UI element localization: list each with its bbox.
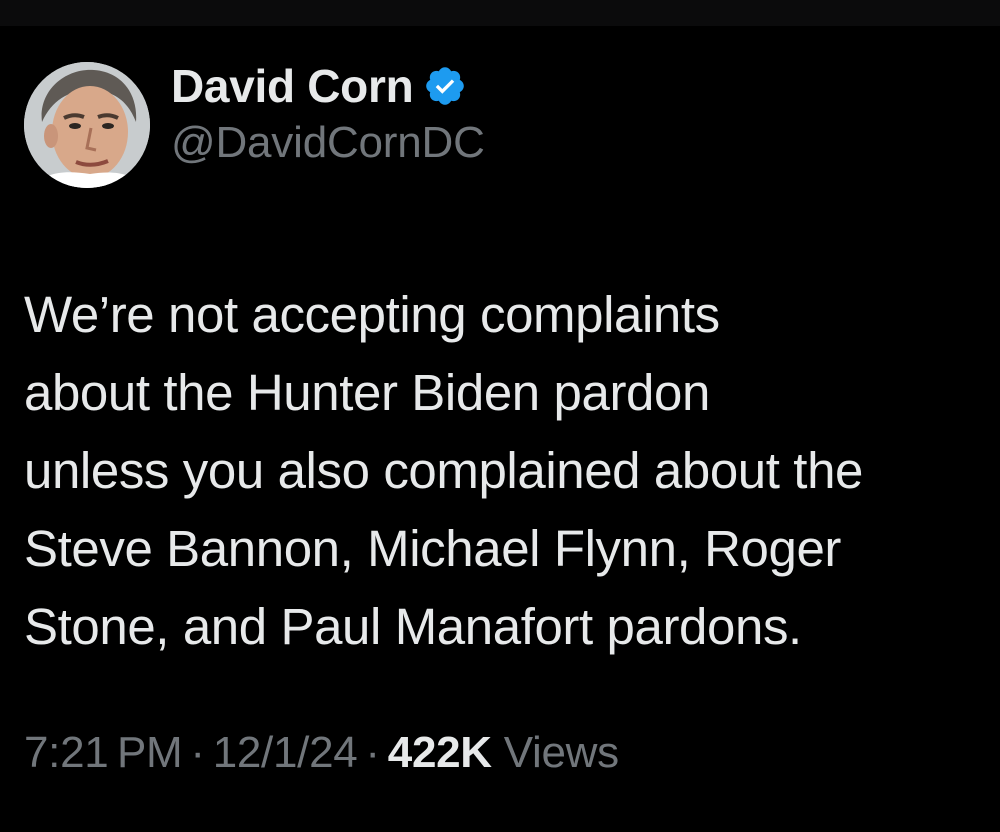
tweet-text-line: unless you also complained about the xyxy=(24,442,864,499)
avatar[interactable] xyxy=(24,62,150,188)
views-count[interactable]: 422K xyxy=(388,728,492,777)
tweet-meta-row: 7:21 PM · 12/1/24 · 422K Views xyxy=(24,728,619,778)
author-handle[interactable]: @DavidCornDC xyxy=(171,118,485,168)
tweet-text-line: Stone, and Paul Manafort pardons. xyxy=(24,598,802,655)
views-label[interactable]: Views xyxy=(504,728,619,777)
tweet-text-line: Steve Bannon, Michael Flynn, Roger xyxy=(24,520,842,577)
tweet-card: David Corn @DavidCornDC We’re not accept… xyxy=(0,0,1000,832)
avatar-image xyxy=(24,62,150,188)
verified-badge-icon[interactable] xyxy=(423,64,467,108)
tweet-text-line: We’re not accepting complaints xyxy=(24,286,720,343)
tweet-date[interactable]: 12/1/24 xyxy=(213,728,358,777)
tweet-time[interactable]: 7:21 PM xyxy=(24,728,183,777)
meta-separator: · xyxy=(190,728,205,777)
meta-separator: · xyxy=(365,728,380,777)
author-name-row: David Corn xyxy=(171,58,467,114)
author-display-name[interactable]: David Corn xyxy=(171,59,414,113)
tweet-text-line: about the Hunter Biden pardon xyxy=(24,364,710,421)
tweet-text: We’re not accepting complaints about the… xyxy=(24,276,984,666)
